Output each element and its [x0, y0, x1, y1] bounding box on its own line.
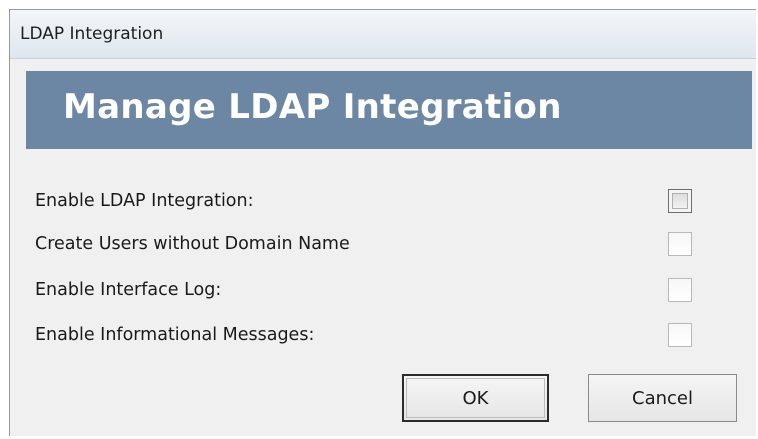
option-row-enable-informational-messages: Enable Informational Messages: [10, 321, 757, 351]
enable-interface-log-checkbox[interactable] [668, 278, 692, 302]
enable-informational-messages-checkbox[interactable] [668, 323, 692, 347]
ok-button[interactable]: OK [402, 374, 549, 422]
option-row-create-users-without-domain: Create Users without Domain Name [10, 230, 757, 260]
option-row-enable-ldap-integration: Enable LDAP Integration: [10, 187, 757, 217]
enable-informational-messages-label: Enable Informational Messages: [35, 325, 315, 345]
title-bar: LDAP Integration [10, 10, 756, 59]
cancel-button[interactable]: Cancel [588, 374, 737, 422]
header-banner: Manage LDAP Integration [26, 71, 752, 149]
cancel-button-label: Cancel [632, 387, 693, 409]
ok-button-label: OK [462, 387, 489, 409]
enable-ldap-integration-label: Enable LDAP Integration: [35, 191, 254, 211]
window-title: LDAP Integration [20, 24, 164, 44]
enable-ldap-integration-checkbox[interactable] [668, 189, 692, 213]
ldap-integration-dialog: LDAP Integration Manage LDAP Integration… [9, 9, 756, 436]
create-users-without-domain-label: Create Users without Domain Name [35, 234, 350, 254]
page-title: Manage LDAP Integration [63, 87, 562, 127]
enable-interface-log-label: Enable Interface Log: [35, 280, 222, 300]
create-users-without-domain-checkbox[interactable] [668, 232, 692, 256]
option-row-enable-interface-log: Enable Interface Log: [10, 276, 757, 306]
